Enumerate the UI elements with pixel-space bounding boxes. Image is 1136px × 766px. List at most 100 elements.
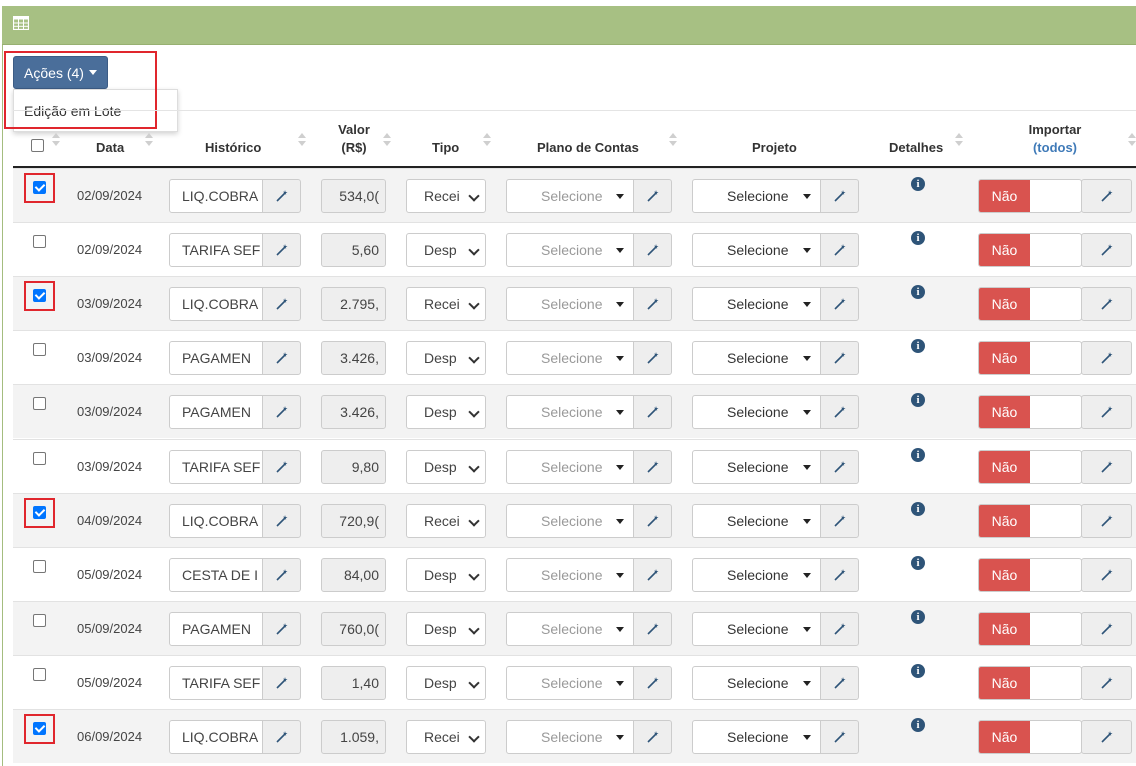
historico-edit-button[interactable] — [262, 612, 301, 646]
plano-edit-button[interactable] — [633, 287, 672, 321]
plano-de-contas-select[interactable]: Selecione — [506, 558, 634, 592]
projeto-select[interactable]: Selecione — [692, 179, 821, 213]
info-icon[interactable]: i — [911, 718, 925, 732]
projeto-select[interactable]: Selecione — [692, 666, 821, 700]
valor-input[interactable]: 9,80 — [321, 450, 386, 484]
historico-edit-button[interactable] — [262, 395, 301, 429]
sort-icon[interactable] — [955, 133, 963, 147]
historico-edit-button[interactable] — [262, 666, 301, 700]
tipo-select[interactable]: Desp — [406, 341, 486, 375]
sort-icon[interactable] — [1128, 133, 1136, 147]
import-edit-button[interactable] — [1081, 558, 1132, 592]
plano-edit-button[interactable] — [633, 504, 672, 538]
valor-input[interactable]: 760,0( — [321, 612, 386, 646]
projeto-edit-button[interactable] — [820, 666, 859, 700]
column-header-projeto[interactable]: Projeto — [752, 139, 797, 157]
projeto-edit-button[interactable] — [820, 612, 859, 646]
historico-input[interactable]: PAGAMEN — [169, 341, 263, 375]
tipo-select[interactable]: Desp — [406, 558, 486, 592]
import-toggle[interactable]: Não — [978, 504, 1082, 538]
column-header-tipo[interactable]: Tipo — [432, 139, 459, 157]
plano-edit-button[interactable] — [633, 666, 672, 700]
import-edit-button[interactable] — [1081, 666, 1132, 700]
historico-edit-button[interactable] — [262, 720, 301, 754]
projeto-edit-button[interactable] — [820, 504, 859, 538]
plano-edit-button[interactable] — [633, 720, 672, 754]
valor-input[interactable]: 3.426, — [321, 395, 386, 429]
historico-edit-button[interactable] — [262, 558, 301, 592]
projeto-edit-button[interactable] — [820, 179, 859, 213]
sort-icon[interactable] — [145, 133, 153, 147]
projeto-edit-button[interactable] — [820, 450, 859, 484]
import-edit-button[interactable] — [1081, 504, 1132, 538]
historico-input[interactable]: PAGAMEN — [169, 612, 263, 646]
import-toggle[interactable]: Não — [978, 179, 1082, 213]
import-edit-button[interactable] — [1081, 395, 1132, 429]
import-toggle[interactable]: Não — [978, 666, 1082, 700]
info-icon[interactable]: i — [911, 339, 925, 353]
historico-input[interactable]: LIQ.COBRA — [169, 504, 263, 538]
historico-edit-button[interactable] — [262, 450, 301, 484]
plano-de-contas-select[interactable]: Selecione — [506, 612, 634, 646]
projeto-select[interactable]: Selecione — [692, 395, 821, 429]
plano-de-contas-select[interactable]: Selecione — [506, 233, 634, 267]
row-checkbox[interactable] — [33, 397, 46, 410]
plano-de-contas-select[interactable]: Selecione — [506, 666, 634, 700]
historico-input[interactable]: TARIFA SEF — [169, 450, 263, 484]
projeto-select[interactable]: Selecione — [692, 341, 821, 375]
tipo-select[interactable]: Desp — [406, 666, 486, 700]
row-checkbox[interactable] — [33, 668, 46, 681]
historico-input[interactable]: LIQ.COBRA — [169, 287, 263, 321]
projeto-select[interactable]: Selecione — [692, 504, 821, 538]
column-header-detalhes[interactable]: Detalhes — [889, 139, 943, 157]
projeto-select[interactable]: Selecione — [692, 720, 821, 754]
historico-input[interactable]: LIQ.COBRA — [169, 720, 263, 754]
valor-input[interactable]: 1.059, — [321, 720, 386, 754]
info-icon[interactable]: i — [911, 231, 925, 245]
import-toggle[interactable]: Não — [978, 395, 1082, 429]
valor-input[interactable]: 2.795, — [321, 287, 386, 321]
historico-input[interactable]: TARIFA SEF — [169, 233, 263, 267]
import-toggle[interactable]: Não — [978, 612, 1082, 646]
info-icon[interactable]: i — [911, 393, 925, 407]
projeto-edit-button[interactable] — [820, 720, 859, 754]
plano-edit-button[interactable] — [633, 612, 672, 646]
row-checkbox[interactable] — [33, 343, 46, 356]
select-all-checkbox[interactable] — [31, 139, 44, 152]
historico-edit-button[interactable] — [262, 287, 301, 321]
tipo-select[interactable]: Desp — [406, 612, 486, 646]
historico-edit-button[interactable] — [262, 341, 301, 375]
import-edit-button[interactable] — [1081, 179, 1132, 213]
valor-input[interactable]: 1,40 — [321, 666, 386, 700]
tipo-select[interactable]: Recei — [406, 179, 486, 213]
tipo-select[interactable]: Desp — [406, 450, 486, 484]
column-header-data[interactable]: Data — [96, 139, 124, 157]
historico-input[interactable]: PAGAMEN — [169, 395, 263, 429]
sort-icon[interactable] — [298, 133, 306, 147]
row-checkbox[interactable] — [33, 614, 46, 627]
plano-edit-button[interactable] — [633, 341, 672, 375]
plano-de-contas-select[interactable]: Selecione — [506, 287, 634, 321]
plano-edit-button[interactable] — [633, 450, 672, 484]
import-edit-button[interactable] — [1081, 450, 1132, 484]
import-toggle[interactable]: Não — [978, 450, 1082, 484]
tipo-select[interactable]: Recei — [406, 720, 486, 754]
projeto-edit-button[interactable] — [820, 341, 859, 375]
valor-input[interactable]: 84,00 — [321, 558, 386, 592]
column-header-historico[interactable]: Histórico — [205, 139, 261, 157]
import-edit-button[interactable] — [1081, 341, 1132, 375]
sort-icon[interactable] — [52, 133, 60, 147]
info-icon[interactable]: i — [911, 502, 925, 516]
row-checkbox[interactable] — [33, 235, 46, 248]
projeto-edit-button[interactable] — [820, 233, 859, 267]
plano-de-contas-select[interactable]: Selecione — [506, 395, 634, 429]
plano-de-contas-select[interactable]: Selecione — [506, 341, 634, 375]
import-toggle[interactable]: Não — [978, 287, 1082, 321]
historico-input[interactable]: TARIFA SEF — [169, 666, 263, 700]
tipo-select[interactable]: Desp — [406, 395, 486, 429]
import-all-link[interactable]: (todos) — [1015, 139, 1095, 157]
historico-edit-button[interactable] — [262, 179, 301, 213]
historico-edit-button[interactable] — [262, 233, 301, 267]
column-header-valor[interactable]: Valor (R$) — [330, 121, 378, 157]
valor-input[interactable]: 720,9( — [321, 504, 386, 538]
